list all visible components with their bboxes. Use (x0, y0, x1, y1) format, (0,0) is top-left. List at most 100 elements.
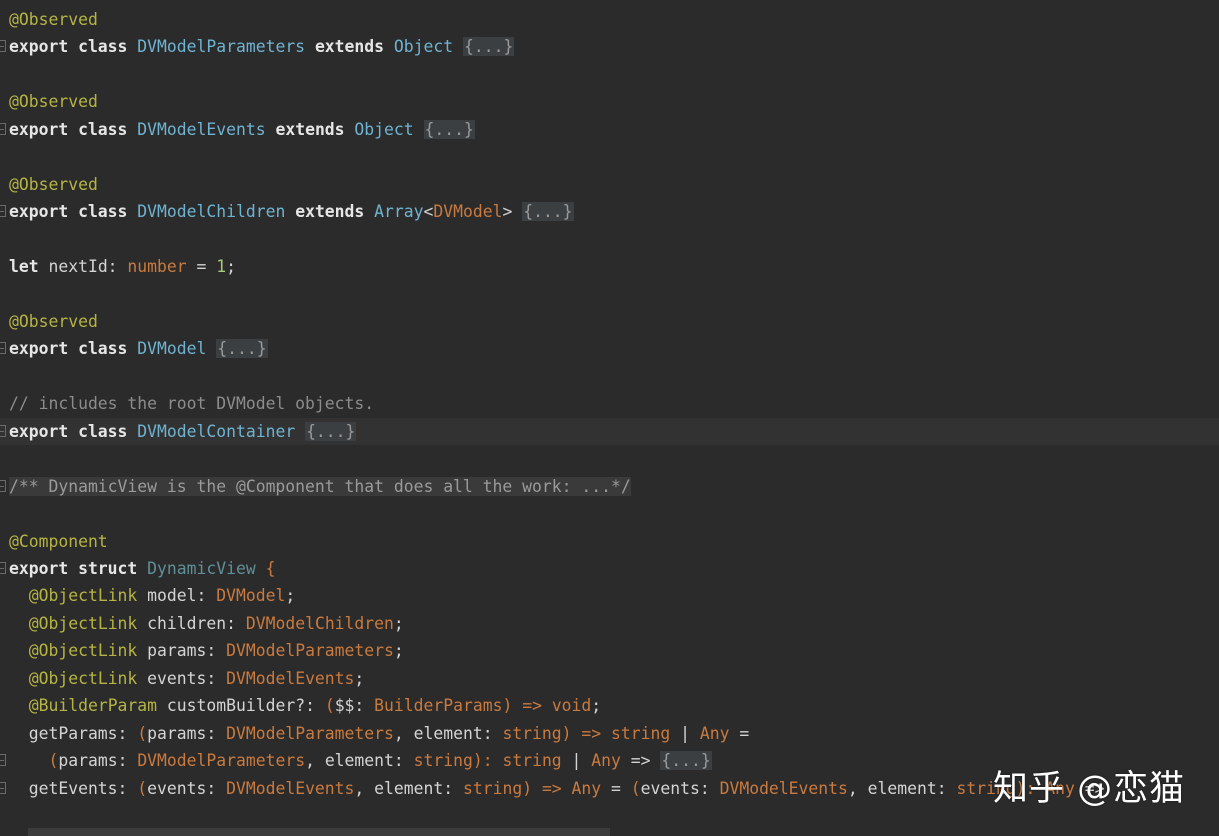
code-token: DVModelParameters (226, 641, 394, 661)
code-text: @Component (9, 528, 108, 555)
folded-block[interactable]: {...} (305, 421, 357, 441)
code-token: | (670, 723, 700, 743)
code-line[interactable]: @Observed (0, 308, 1219, 335)
folded-block[interactable]: {...} (462, 37, 515, 57)
code-token: ; (354, 668, 365, 688)
code-token: DVModelParameters (137, 751, 306, 771)
code-token: ; (226, 257, 236, 277)
fold-marker-icon[interactable] (0, 342, 6, 355)
code-token: ( (137, 778, 148, 798)
code-token: ( (137, 723, 148, 743)
code-line[interactable] (0, 281, 1219, 308)
code-token: model: (137, 586, 217, 606)
code-line[interactable]: export struct DynamicView { (0, 555, 1219, 582)
code-line[interactable] (0, 226, 1219, 253)
code-token: = (601, 778, 631, 798)
code-token: export class (9, 339, 138, 359)
fold-marker-icon[interactable] (0, 122, 6, 135)
fold-marker-icon[interactable] (0, 40, 6, 53)
code-token: export class (9, 421, 138, 441)
code-editor[interactable]: @Observed export class DVModelParameters … (0, 0, 1219, 836)
code-line[interactable] (0, 61, 1219, 88)
code-token: @ObjectLink (28, 668, 138, 688)
code-token: DVModel (216, 586, 286, 606)
code-token: export class (9, 119, 138, 139)
code-text: @ObjectLink events: DVModelEvents; (9, 665, 365, 692)
code-text: export class DVModel {...} (9, 335, 268, 362)
fold-marker-icon[interactable] (0, 479, 6, 492)
code-line[interactable] (0, 500, 1219, 527)
code-token: Any (699, 723, 730, 743)
horizontal-scrollbar[interactable] (28, 828, 610, 836)
code-token: @BuilderParam (28, 696, 158, 716)
code-token: ; (285, 586, 296, 606)
code-line[interactable] (0, 143, 1219, 170)
code-line[interactable]: export class DVModelContainer {...} (0, 417, 1219, 445)
fold-marker-icon[interactable] (0, 562, 6, 574)
code-token: DVModelContainer (137, 421, 296, 441)
folded-block[interactable]: {...} (423, 119, 475, 139)
fold-marker-icon[interactable] (0, 424, 6, 437)
folded-block[interactable]: {...} (660, 751, 712, 771)
code-token: ; (393, 641, 404, 661)
code-token: DynamicView (147, 559, 256, 578)
code-line[interactable]: export class DVModelChildren extends Arr… (0, 198, 1219, 225)
code-token: ) => (561, 723, 612, 743)
folded-block[interactable]: {...} (522, 202, 574, 222)
folded-block[interactable]: {...} (216, 339, 268, 359)
code-line[interactable]: export class DVModelParameters extends O… (0, 33, 1219, 60)
code-line[interactable]: @ObjectLink model: DVModel; (0, 582, 1219, 609)
code-token: nextId: (38, 257, 128, 277)
code-token: ( (630, 778, 641, 798)
code-token: ) => (502, 696, 552, 716)
code-text: // includes the root DVModel objects. (9, 390, 374, 417)
code-line[interactable]: @Observed (0, 6, 1219, 33)
code-line[interactable]: @Component (0, 528, 1219, 555)
code-token: DVModel (137, 339, 207, 359)
code-token: @Observed (9, 174, 98, 194)
code-line[interactable]: // includes the root DVModel objects. (0, 390, 1219, 417)
code-line[interactable]: getParams: (params: DVModelParameters, e… (0, 720, 1219, 747)
code-line[interactable]: @ObjectLink events: DVModelEvents; (0, 665, 1219, 692)
code-token: DVModelParameters (137, 37, 306, 57)
code-token: params: (137, 641, 227, 661)
folded-block[interactable]: /** DynamicView is the @Component that d… (9, 476, 631, 496)
code-text: @ObjectLink model: DVModel; (9, 582, 295, 609)
code-line[interactable]: /** DynamicView is the @Component that d… (0, 473, 1219, 500)
code-line[interactable]: export class DVModel {...} (0, 335, 1219, 362)
code-token: ; (393, 613, 404, 633)
code-text: export class DVModelEvents extends Objec… (9, 116, 475, 143)
code-token: export class (9, 202, 138, 222)
code-text: @Observed (9, 308, 98, 335)
code-line[interactable]: @BuilderParam customBuilder?: ($$: Build… (0, 692, 1219, 719)
code-line[interactable]: @Observed (0, 88, 1219, 115)
code-token: < (423, 202, 434, 222)
code-line[interactable]: @ObjectLink params: DVModelParameters; (0, 637, 1219, 664)
code-token: let (9, 257, 39, 277)
code-line[interactable]: export class DVModelEvents extends Objec… (0, 116, 1219, 143)
code-line[interactable]: @Observed (0, 171, 1219, 198)
code-token: $$: (334, 696, 375, 716)
code-token: ): (472, 751, 503, 771)
code-text: (params: DVModelParameters, element: str… (9, 747, 712, 774)
fold-marker-icon[interactable] (0, 781, 6, 794)
code-token: string (502, 723, 562, 743)
fold-marker-icon[interactable] (0, 205, 6, 218)
code-token: events: (147, 778, 227, 798)
fold-marker-icon[interactable] (0, 754, 6, 767)
code-token: = (186, 257, 217, 277)
code-token: 1 (216, 257, 227, 277)
code-token: > (502, 202, 523, 222)
code-token: void (551, 696, 592, 716)
code-token: export struct (9, 559, 148, 578)
code-line[interactable] (0, 363, 1219, 390)
code-line[interactable] (0, 445, 1219, 472)
code-line[interactable]: @ObjectLink children: DVModelChildren; (0, 610, 1219, 637)
code-line[interactable]: let nextId: number = 1; (0, 253, 1219, 280)
